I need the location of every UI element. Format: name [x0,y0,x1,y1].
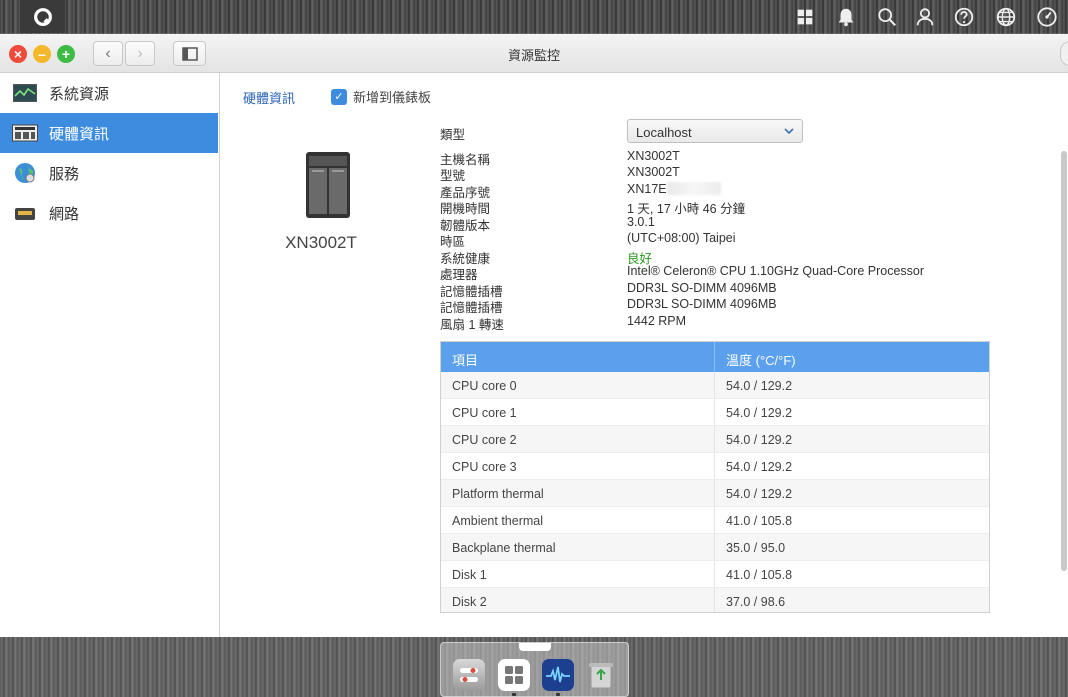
info-value: Intel® Celeron® CPU 1.10GHz Quad-Core Pr… [627,264,925,278]
globe-icon [12,162,38,184]
table-cell-item: Disk 1 [441,561,715,587]
info-label: 風扇 1 轉速 [440,318,504,332]
table-cell-temperature: 54.0 / 129.2 [726,379,793,393]
table-row: CPU core 3 54.0 / 129.2 [441,453,989,480]
table-cell-item: Backplane thermal [441,534,715,560]
sidebar-item-system-resource[interactable]: 系統資源 [0,73,218,113]
dock-app-main-menu[interactable] [498,659,530,691]
type-label: 類型 [440,128,466,142]
running-indicator [512,693,516,696]
logo-icon [33,7,52,26]
sidebar-item-label: 網路 [49,205,80,223]
network-icon [12,202,38,224]
main-content: 硬體資訊 ✓ 新增到儀錶板 XN3002T 類型 Localhost 主機名稱 … [221,73,1068,637]
notification-bell-icon[interactable] [833,4,859,30]
chart-line-icon [12,82,38,104]
checkmark-icon: ✓ [331,88,347,105]
dock-handle[interactable] [519,643,551,651]
table-cell-temperature: 54.0 / 129.2 [726,487,793,501]
dashboard-icon[interactable] [792,4,818,30]
table-row: CPU core 0 54.0 / 129.2 [441,372,989,399]
table-header: 項目 溫度 (°C/°F) [441,342,989,372]
nas-device-image [306,152,350,218]
table-cell-item: Ambient thermal [441,507,715,533]
main-menu-button[interactable] [20,0,65,33]
sidebar-item-label: 服務 [49,165,80,183]
serial-number-text: XN17E [627,182,667,196]
taskbar-dock [440,642,629,697]
window-titlebar: × – + ‹ › 資源監控 [0,34,1068,73]
column-header-temperature[interactable]: 溫度 (°C/°F) [715,342,807,372]
top-bar [0,0,1068,33]
table-cell-temperature: 41.0 / 105.8 [726,568,793,582]
type-select-value: Localhost [636,125,692,140]
column-header-item[interactable]: 項目 [441,342,715,372]
table-cell-temperature: 41.0 / 105.8 [726,514,793,528]
table-cell-item: CPU core 3 [441,453,715,479]
info-value: DDR3L SO-DIMM 4096MB [627,281,777,295]
control-panel-icon [460,668,478,682]
table-cell-item: CPU core 1 [441,399,715,425]
info-value: XN3002T [627,165,680,179]
sidebar-item-label: 系統資源 [49,85,110,103]
sidebar-item-hardware-info[interactable]: 硬體資訊 [0,113,218,153]
scrollbar-thumb[interactable] [1061,151,1067,571]
table-cell-item: CPU core 0 [441,372,715,398]
table-row: Disk 2 37.0 / 98.6 [441,588,989,612]
dock-app-control-panel[interactable] [453,659,485,691]
info-value: (UTC+08:00) Taipei [627,231,736,245]
table-cell-item: Disk 2 [441,588,715,612]
table-row: Ambient thermal 41.0 / 105.8 [441,507,989,534]
temperature-table: 項目 溫度 (°C/°F) CPU core 0 54.0 / 129.2 CPU… [440,341,990,613]
dock-app-resource-monitor[interactable] [542,659,574,691]
vertical-scrollbar[interactable] [1061,143,1068,603]
table-body: CPU core 0 54.0 / 129.2 CPU core 1 54.0 / … [441,372,989,612]
info-value: XN3002T [627,149,680,163]
search-icon[interactable] [874,4,900,30]
sidebar-item-network[interactable]: 網路 [0,193,218,233]
table-row: Platform thermal 54.0 / 129.2 [441,480,989,507]
grid-icon [505,666,523,684]
info-value: 3.0.1 [627,215,655,229]
add-to-dashboard-label: 新增到儀錶板 [353,90,432,105]
resource-gauge-icon[interactable] [1034,4,1060,30]
recycle-bin-icon [589,663,613,689]
device-name: XN3002T [285,233,357,252]
table-cell-temperature: 54.0 / 129.2 [726,406,793,420]
table-row: Backplane thermal 35.0 / 95.0 [441,534,989,561]
add-to-dashboard-checkbox[interactable]: ✓ 新增到儀錶板 [331,87,431,106]
sidebar: 系統資源 硬體資訊 服務 網路 [0,73,220,637]
language-globe-icon[interactable] [993,4,1019,30]
table-cell-temperature: 37.0 / 98.6 [726,595,786,609]
hardware-icon [12,122,38,144]
window-title: 資源監控 [507,48,560,63]
redacted-mask [666,182,721,195]
chevron-down-icon [784,128,794,135]
table-row: CPU core 1 54.0 / 129.2 [441,399,989,426]
dock-app-recycle-bin[interactable] [585,659,617,691]
table-row: Disk 1 41.0 / 105.8 [441,561,989,588]
resource-monitor-window: × – + ‹ › 資源監控 系統資源 硬體資訊 服務 網路 硬體資訊 ✓ 新增… [0,34,1068,637]
info-value: DDR3L SO-DIMM 4096MB [627,297,777,311]
user-icon[interactable] [912,4,938,30]
table-cell-item: CPU core 2 [441,426,715,452]
tab-hardware-info[interactable]: 硬體資訊 [243,88,295,107]
table-cell-item: Platform thermal [441,480,715,506]
table-cell-temperature: 35.0 / 95.0 [726,541,786,555]
serial-number-value: XN17E [627,182,721,196]
info-value: 1442 RPM [627,314,687,328]
running-indicator [556,693,560,696]
sidebar-item-services[interactable]: 服務 [0,153,218,193]
table-cell-temperature: 54.0 / 129.2 [726,433,793,447]
help-icon[interactable] [951,4,977,30]
sidebar-item-label: 硬體資訊 [49,125,110,143]
type-select[interactable]: Localhost [627,119,803,143]
resource-monitor-icon [546,666,570,683]
table-cell-temperature: 54.0 / 129.2 [726,460,793,474]
table-row: CPU core 2 54.0 / 129.2 [441,426,989,453]
